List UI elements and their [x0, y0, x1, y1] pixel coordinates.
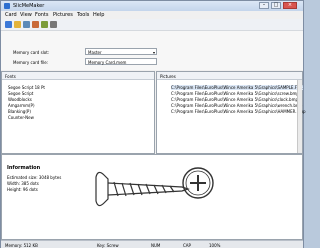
- status-caps: CAP: [183, 243, 191, 248]
- card-file-value: Memory Card.mem: [88, 60, 127, 65]
- toolbar: [1, 19, 303, 30]
- card-slot-dropdown[interactable]: Master ▾: [85, 48, 157, 55]
- open-icon[interactable]: [14, 21, 21, 28]
- status-num: NUM: [151, 243, 161, 248]
- status-bar: Memory: 512 KB Key: Screw NUM CAP 100%: [1, 240, 303, 248]
- pictures-header: Pictures: [157, 72, 302, 80]
- fonts-pane: Fonts Segoe Script 18 Pt Segoe Script Wo…: [1, 71, 155, 154]
- card-file-label: Memory card file:: [13, 60, 49, 65]
- menu-tools[interactable]: Tools: [77, 12, 89, 18]
- font-item[interactable]: Counter-New: [8, 115, 34, 120]
- close-button[interactable]: ×: [283, 2, 297, 9]
- image-height: Height: 96 dots: [7, 187, 38, 192]
- status-memory: Memory: 512 KB: [5, 243, 38, 248]
- pictures-pane: Pictures C:\Program Files\EuroPlus\Wince…: [156, 71, 306, 154]
- card-slot-value: Master: [88, 50, 102, 55]
- picture-item[interactable]: C:\Program Files\EuroPlus\Wince Amerika …: [171, 103, 302, 108]
- font-item[interactable]: Segoe Script: [8, 91, 33, 96]
- picture-item[interactable]: C:\Program Files\EuroPlus\Wince Amerika …: [171, 97, 298, 102]
- new-icon[interactable]: [5, 21, 12, 28]
- menu-pictures[interactable]: Pictures: [53, 12, 73, 18]
- save-icon[interactable]: [23, 21, 30, 28]
- chevron-down-icon: ▾: [152, 50, 155, 55]
- status-mode: Key: Screw: [97, 243, 119, 248]
- font-item[interactable]: Segoe Script 18 Pt: [8, 85, 45, 90]
- picture-item[interactable]: C:\Program Files\EuroPlus\Wince Amerika …: [171, 109, 306, 114]
- help-icon[interactable]: [50, 21, 57, 28]
- estimated-size: Estimated size: 3048 bytes: [7, 175, 62, 180]
- picture-item[interactable]: C:\Program Files\EuroPlus\Wince Amerika …: [171, 85, 303, 90]
- screw-side-icon: [95, 171, 190, 207]
- picture-item[interactable]: C:\Program Files\EuroPlus\Wince Amerika …: [171, 91, 299, 96]
- screw-head-icon: [182, 167, 214, 199]
- menu-help[interactable]: Help: [93, 12, 104, 18]
- menu-view[interactable]: View: [20, 12, 32, 18]
- font-item[interactable]: Woodblocks: [8, 97, 32, 102]
- minimize-button[interactable]: –: [259, 2, 269, 9]
- pictures-scrollbar[interactable]: [297, 80, 302, 153]
- options-panel: Memory card slot: Master ▾ Memory card f…: [1, 30, 303, 70]
- card-file-field[interactable]: Memory Card.mem: [85, 58, 157, 65]
- app-window: SlicMeMaker – □ × Card View Fonts Pictur…: [0, 0, 306, 248]
- image-width: Width: 385 dots: [7, 181, 39, 186]
- information-title: Information: [7, 165, 41, 171]
- app-icon: [4, 3, 10, 9]
- window-title: SlicMeMaker: [13, 3, 45, 9]
- menu-bar: Card View Fonts Pictures Tools Help: [1, 11, 303, 19]
- information-panel: Information Estimated size: 3048 bytes W…: [1, 154, 303, 240]
- tool-icon[interactable]: [41, 21, 48, 28]
- title-bar: SlicMeMaker – □ ×: [1, 1, 303, 11]
- maximize-button[interactable]: □: [271, 2, 281, 9]
- font-item[interactable]: Blanking(P): [8, 109, 31, 114]
- fonts-header: Fonts: [2, 72, 154, 80]
- status-zoom: 100%: [209, 243, 221, 248]
- edit-icon[interactable]: [32, 21, 39, 28]
- card-slot-label: Memory card slot:: [13, 50, 50, 55]
- menu-card[interactable]: Card: [5, 12, 17, 18]
- menu-fonts[interactable]: Fonts: [35, 12, 49, 18]
- font-item[interactable]: Amgarmm(P): [8, 103, 35, 108]
